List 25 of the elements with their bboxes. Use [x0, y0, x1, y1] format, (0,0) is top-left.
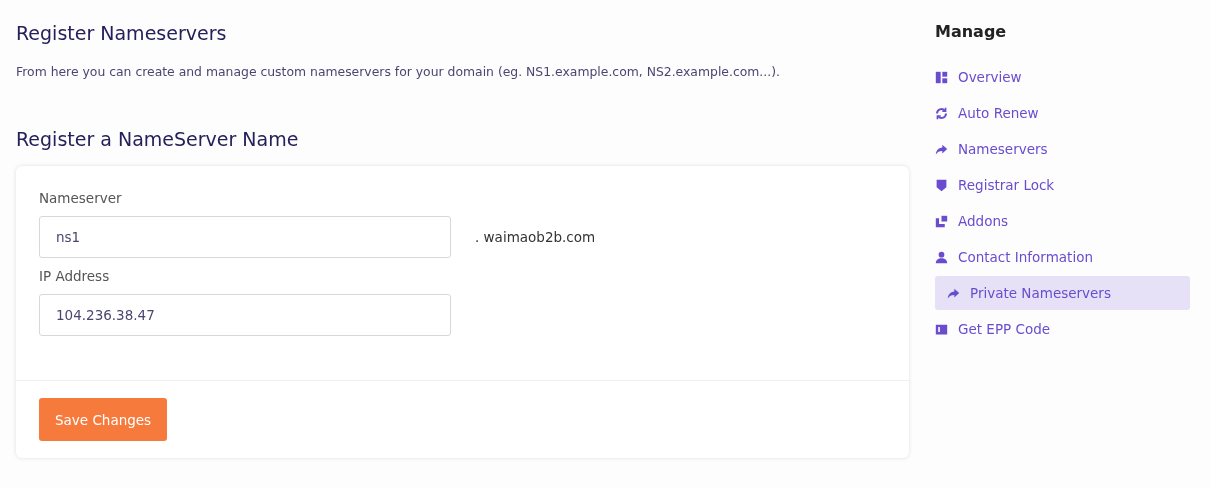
- domain-suffix: . waimaob2b.com: [475, 229, 596, 245]
- field-label: Nameserver: [39, 190, 123, 206]
- sidebar-item[interactable]: Private Nameservers: [935, 276, 1190, 310]
- sidebar-item[interactable]: Nameservers: [935, 131, 1190, 167]
- input-field[interactable]: 104.236.38.47: [39, 294, 451, 336]
- page-title: Register Nameservers: [16, 22, 228, 44]
- blocks-icon: [935, 214, 948, 228]
- share-arrow-icon: [935, 142, 948, 156]
- shield-icon: [935, 178, 948, 192]
- dashboard-icon: [935, 70, 948, 84]
- sidebar-title: Manage: [935, 22, 1008, 41]
- sidebar-item[interactable]: Get EPP Code: [935, 311, 1190, 347]
- card-icon: [935, 322, 948, 336]
- user-icon: [935, 250, 948, 264]
- sidebar-item[interactable]: Auto Renew: [935, 95, 1190, 131]
- sidebar-item[interactable]: Overview: [935, 59, 1190, 95]
- share-arrow-icon: [947, 286, 960, 300]
- sidebar-item[interactable]: Contact Information: [935, 239, 1190, 275]
- sidebar-item[interactable]: Addons: [935, 203, 1190, 239]
- sync-icon: [935, 106, 948, 120]
- description: From here you can create and manage custom nameservers for your domain (eg. NS1.example.com, NS2.example.com...).: [16, 64, 781, 79]
- input-field[interactable]: ns1: [39, 216, 451, 258]
- sidebar-item[interactable]: Registrar Lock: [935, 167, 1190, 203]
- form-title: Register a NameServer Name: [16, 128, 300, 150]
- field-label: IP Address: [39, 268, 111, 284]
